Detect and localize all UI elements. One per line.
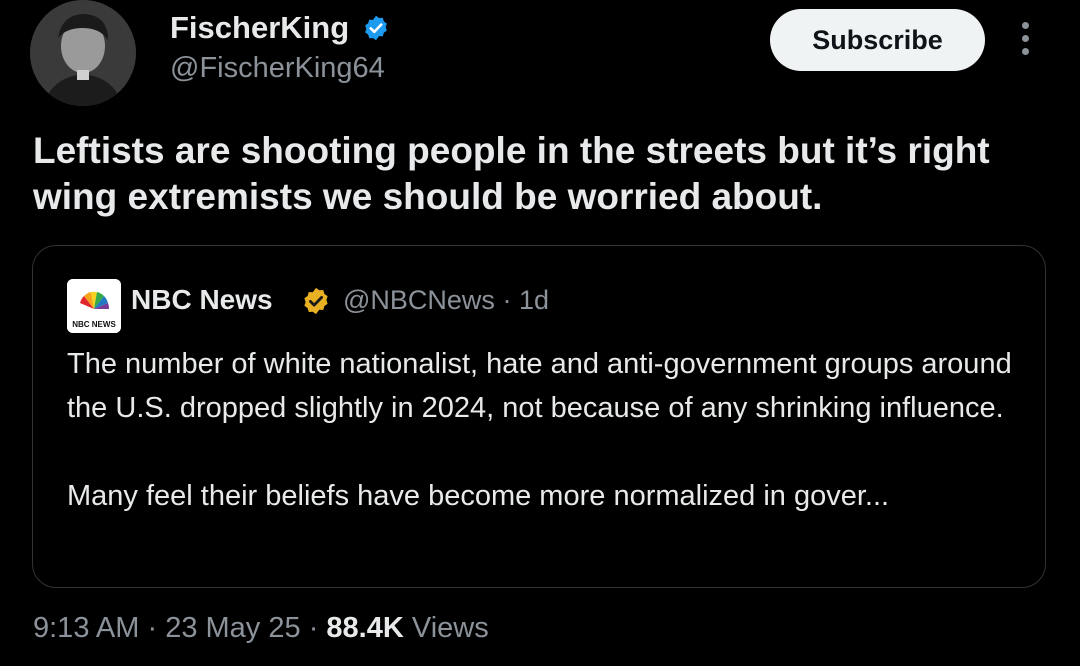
views-count[interactable]: 88.4K: [326, 612, 403, 644]
verified-badge-icon: [365, 15, 387, 41]
quoted-tweet-text: The number of white nationalist, hate an…: [67, 342, 1027, 518]
quoted-author-name[interactable]: NBC News: [131, 284, 273, 316]
gold-verified-badge-icon: [304, 287, 328, 315]
author-handle[interactable]: @FischerKing64: [170, 52, 385, 85]
quoted-age: 1d: [518, 285, 550, 315]
quoted-author-handle-and-age[interactable]: @NBCNews · 1d: [343, 285, 549, 316]
quoted-paragraph-2: Many feel their beliefs have become more…: [67, 480, 890, 512]
author-name[interactable]: FischerKing: [170, 10, 349, 46]
avatar[interactable]: [30, 0, 136, 106]
tweet-meta: 9:13 AM · 23 May 25 · 88.4K Views: [33, 612, 489, 645]
quoted-handle: @NBCNews: [343, 285, 495, 315]
meta-separator: ·: [308, 612, 319, 644]
tweet-text: Leftists are shooting people in the stre…: [33, 130, 990, 217]
svg-text:NBC NEWS: NBC NEWS: [72, 320, 116, 329]
tweet-time[interactable]: 9:13 AM: [33, 612, 139, 644]
views-label: Views: [411, 612, 489, 644]
dot-separator: ·: [502, 285, 512, 315]
tweet-date[interactable]: 23 May 25: [165, 612, 300, 644]
more-options-icon[interactable]: [1015, 22, 1035, 62]
avatar-image: [30, 0, 136, 106]
quoted-paragraph-1: The number of white nationalist, hate an…: [67, 348, 1012, 424]
subscribe-button[interactable]: Subscribe: [770, 9, 985, 71]
quoted-tweet[interactable]: NBC NEWS NBC News @NBCNews · 1d The numb…: [32, 245, 1046, 588]
nbc-news-logo-icon: NBC NEWS: [67, 279, 121, 333]
meta-separator: ·: [147, 612, 158, 644]
